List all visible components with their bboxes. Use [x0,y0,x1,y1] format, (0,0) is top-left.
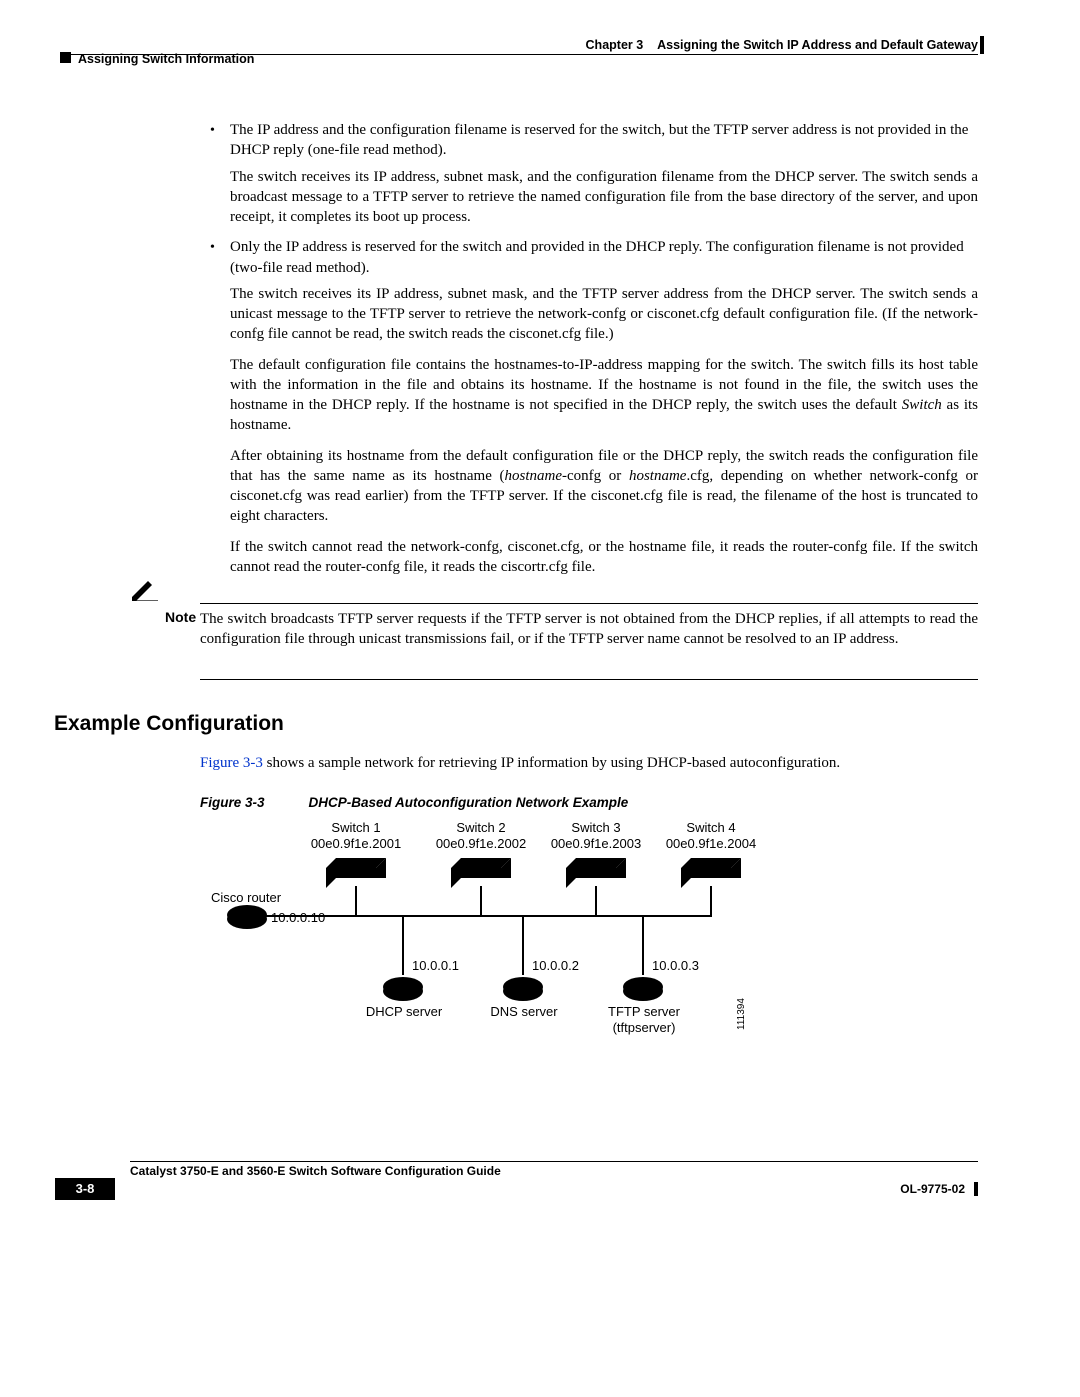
diagram-line [642,915,644,975]
running-header: Chapter 3 Assigning the Switch IP Addres… [60,38,978,52]
switch-icon [326,858,386,882]
section-title: Assigning Switch Information [78,52,254,66]
figure-number: Figure 3-3 [200,795,265,810]
page-number: 3-8 [55,1178,115,1200]
header-tick [980,36,984,54]
footer-tick [974,1182,978,1196]
server-ip: 10.0.0.2 [532,958,579,973]
network-diagram: Switch 100e0.9f1e.2001 Switch 200e0.9f1e… [226,820,786,1070]
footer-guide-title: Catalyst 3750-E and 3560-E Switch Softwa… [130,1164,501,1178]
body-text: • The IP address and the configuration f… [200,120,978,587]
server-icon [382,976,424,1005]
figure-caption: Figure 3-3 DHCP-Based Autoconfiguration N… [200,795,628,810]
switch-label: Switch 300e0.9f1e.2003 [541,820,651,851]
bullet-item: • The IP address and the configuration f… [200,120,978,161]
footer-rule [130,1161,978,1162]
diagram-line [710,886,712,916]
server-icon [502,976,544,1005]
diagram-line [262,915,712,917]
para: The switch receives its IP address, subn… [230,284,978,345]
doc-id: OL-9775-02 [900,1182,965,1196]
server-ip: 10.0.0.1 [412,958,459,973]
switch-icon [451,858,511,882]
figure-link[interactable]: Figure 3-3 [200,755,263,771]
bullet-text: The IP address and the configuration fil… [230,122,968,158]
server-ip: 10.0.0.3 [652,958,699,973]
server-label: DNS server [474,1004,574,1020]
switch-label: Switch 200e0.9f1e.2002 [426,820,536,851]
chapter-title: Assigning the Switch IP Address and Defa… [657,38,978,52]
note-label: Note [165,609,196,625]
server-icon [622,976,664,1005]
router-label: Cisco router [211,890,281,905]
switch-icon [566,858,626,882]
server-label: DHCP server [354,1004,454,1020]
chapter-number: Chapter 3 [586,38,644,52]
diagram-line [595,886,597,916]
diagram-id: 111394 [736,998,747,1030]
bullet-dot: • [210,122,215,141]
switch-icon [681,858,741,882]
para: If the switch cannot read the network-co… [230,537,978,578]
switch-label: Switch 400e0.9f1e.2004 [656,820,766,851]
intro-text: shows a sample network for retrieving IP… [263,755,840,771]
diagram-line [355,886,357,916]
figure-title: DHCP-Based Autoconfiguration Network Exa… [309,795,629,810]
bullet-text: Only the IP address is reserved for the … [230,239,964,275]
para: The default configuration file contains … [230,355,978,436]
note-pencil-icon [130,577,158,606]
note-text: The switch broadcasts TFTP server reques… [200,609,978,650]
page: Chapter 3 Assigning the Switch IP Addres… [0,0,1080,1397]
router-icon [226,904,268,933]
switch-label: Switch 100e0.9f1e.2001 [301,820,411,851]
section-marker [60,52,71,63]
heading-example-configuration: Example Configuration [54,712,284,736]
para: The switch receives its IP address, subn… [230,167,978,228]
para: After obtaining its hostname from the de… [230,446,978,527]
diagram-line [402,915,404,975]
diagram-line [480,886,482,916]
bullet-item: • Only the IP address is reserved for th… [200,237,978,278]
router-ip: 10.0.0.10 [271,910,325,925]
intro-para: Figure 3-3 shows a sample network for re… [200,753,978,773]
note-rule-top [200,603,978,604]
bullet-dot: • [210,239,215,258]
server-label: TFTP server(tftpserver) [594,1004,694,1035]
diagram-line [522,915,524,975]
note-rule-bottom [200,679,978,680]
